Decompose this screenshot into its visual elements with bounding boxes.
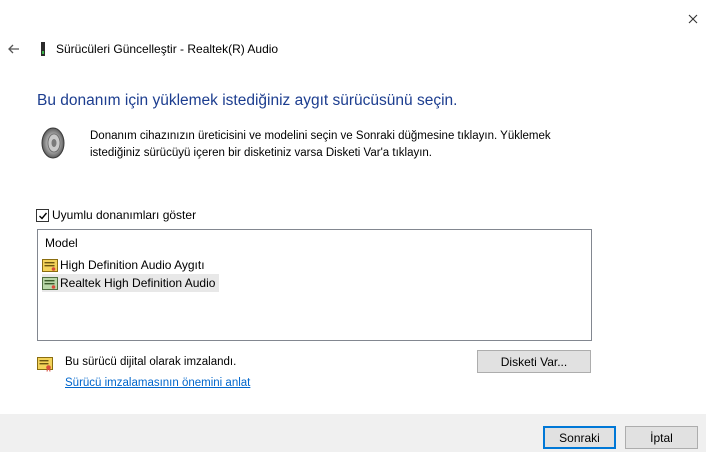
driver-certificate-icon [42,276,58,290]
instructions-text: Donanım cihazınızın üreticisini ve model… [90,128,610,162]
signature-status-text: Bu sürücü dijital olarak imzalandı. [65,356,237,368]
next-button[interactable]: Sonraki [543,426,616,449]
page-heading: Bu donanım için yüklemek istediğiniz ayg… [37,92,458,109]
back-arrow-icon [8,44,19,54]
cancel-button[interactable]: İptal [625,426,698,449]
model-list[interactable]: Model High Definition Audio Aygıtı Realt… [37,229,592,341]
audio-device-icon [41,42,45,56]
list-item-label: Realtek High Definition Audio [60,276,216,290]
instructions-line: Donanım cihazınızın üreticisini ve model… [90,130,551,142]
list-item-high-definition-audio[interactable]: High Definition Audio Aygıtı [42,256,209,274]
window-title-bar: Sürücüleri Güncelleştir - Realtek(R) Aud… [38,41,278,57]
signature-info-link[interactable]: Sürücü imzalamasının önemini anlat [65,377,250,389]
window-title: Sürücüleri Güncelleştir - Realtek(R) Aud… [56,42,279,56]
checkbox-box[interactable] [36,208,49,222]
driver-certificate-icon [42,258,58,272]
instructions-line: istediğiniz sürücüyü içeren bir disketin… [90,147,433,159]
speaker-icon [41,127,65,159]
show-compatible-checkbox[interactable]: Uyumlu donanımları göster [36,208,196,222]
signed-driver-icon [37,357,53,372]
checkmark-icon [39,212,48,220]
close-icon [688,14,698,24]
show-compatible-label: Uyumlu donanımları göster [52,208,197,222]
have-disk-button[interactable]: Disketi Var... [477,350,591,373]
back-button[interactable] [4,40,24,58]
list-item-realtek-hd-audio[interactable]: Realtek High Definition Audio [42,274,220,292]
close-button[interactable] [682,8,704,30]
list-item-label: High Definition Audio Aygıtı [60,258,205,272]
model-list-header: Model [45,236,78,250]
